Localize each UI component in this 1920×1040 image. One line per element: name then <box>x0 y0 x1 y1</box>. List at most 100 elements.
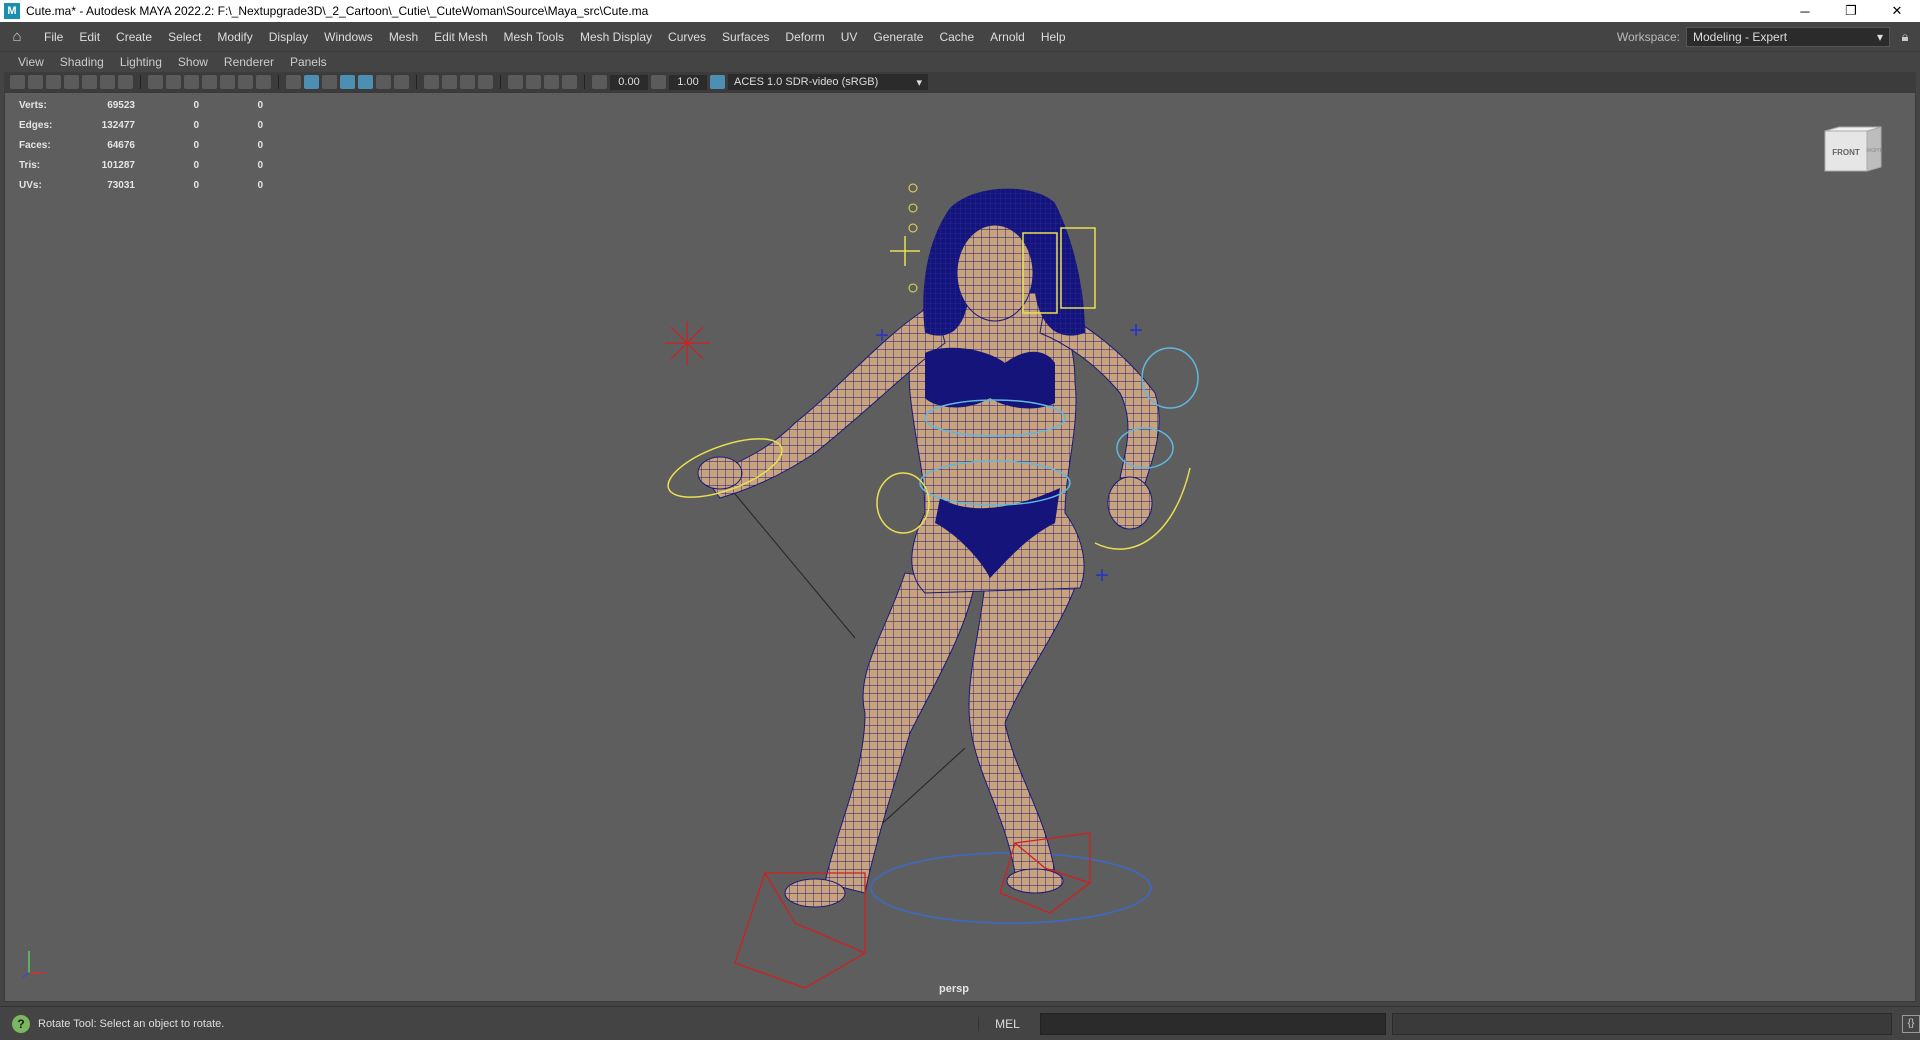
close-button[interactable]: ✕ <box>1874 0 1920 22</box>
wireframe-on-shaded-icon[interactable] <box>340 75 355 89</box>
xray-joints-icon[interactable] <box>544 75 559 89</box>
film-gate-icon[interactable] <box>166 75 181 89</box>
lock-icon[interactable]: 🔒︎ <box>1894 29 1916 45</box>
eye-control <box>908 183 918 193</box>
workspace-value: Modeling - Expert <box>1693 29 1788 44</box>
menu-item-generate[interactable]: Generate <box>865 30 931 44</box>
color-space-dropdown[interactable]: ACES 1.0 SDR-video (sRGB) ▾ <box>728 74 928 90</box>
menu-item-edit-mesh[interactable]: Edit Mesh <box>426 30 495 44</box>
menu-item-help[interactable]: Help <box>1033 30 1074 44</box>
menu-item-modify[interactable]: Modify <box>209 30 260 44</box>
workspace-label: Workspace: <box>1616 29 1680 44</box>
gate-mask-icon[interactable] <box>202 75 217 89</box>
menu-item-create[interactable]: Create <box>108 30 160 44</box>
pencil-icon[interactable] <box>118 75 133 89</box>
gamma-icon[interactable] <box>651 75 666 89</box>
resolution-gate-icon[interactable] <box>184 75 199 89</box>
xray-icon[interactable] <box>526 75 541 89</box>
main-menu-bar: ⌂ File Edit Create Select Modify Display… <box>0 22 1920 52</box>
menu-item-mesh[interactable]: Mesh <box>381 30 426 44</box>
toolbar-divider <box>416 75 417 89</box>
menu-item-edit[interactable]: Edit <box>71 30 108 44</box>
script-editor-icon[interactable]: {} <box>1902 1014 1920 1033</box>
eye-control <box>908 283 918 293</box>
panel-menu-shading[interactable]: Shading <box>52 55 112 69</box>
lights-icon[interactable] <box>376 75 391 89</box>
2d-pan-zoom-icon[interactable] <box>100 75 115 89</box>
depth-of-field-icon[interactable] <box>478 75 493 89</box>
safe-action-icon[interactable] <box>238 75 253 89</box>
hip-cross-control: + <box>1095 562 1109 589</box>
camera-attributes-icon[interactable] <box>28 75 43 89</box>
workspace-dropdown[interactable]: Modeling - Expert ▾ <box>1686 26 1890 47</box>
left-hand-mesh <box>697 456 743 490</box>
right-hand-mesh <box>1107 476 1153 530</box>
color-space-value: ACES 1.0 SDR-video (sRGB) <box>734 76 879 88</box>
panel-toolbar: 0.00 1.00 ACES 1.0 SDR-video (sRGB) ▾ <box>4 72 1916 92</box>
wireframe-icon[interactable] <box>286 75 301 89</box>
question-mark-icon[interactable]: ? <box>12 1014 30 1033</box>
isolate-select-icon[interactable] <box>508 75 523 89</box>
viewcube-right-label: RIGHT <box>1866 148 1882 154</box>
panel-menu-bar: View Shading Lighting Show Renderer Pane… <box>4 52 1916 72</box>
color-management-icon[interactable] <box>710 75 725 89</box>
menu-item-curves[interactable]: Curves <box>660 30 714 44</box>
panel-menu-show[interactable]: Show <box>170 55 216 69</box>
home-icon[interactable]: ⌂ <box>8 28 26 45</box>
shoulder-cross-control: + <box>875 322 889 349</box>
help-line: ? Rotate Tool: Select an object to rotat… <box>0 1006 1920 1040</box>
right-leg-mesh <box>968 572 1081 874</box>
restore-button[interactable]: ❐ <box>1828 0 1874 22</box>
image-plane-icon[interactable] <box>64 75 79 89</box>
menu-item-deform[interactable]: Deform <box>777 30 832 44</box>
menu-item-mesh-tools[interactable]: Mesh Tools <box>496 30 572 44</box>
panel-menu-renderer[interactable]: Renderer <box>216 55 282 69</box>
safe-title-icon[interactable] <box>256 75 271 89</box>
menu-item-display[interactable]: Display <box>261 30 316 44</box>
menu-item-select[interactable]: Select <box>160 30 209 44</box>
anti-aliasing-icon[interactable] <box>460 75 475 89</box>
ambient-occlusion-icon[interactable] <box>424 75 439 89</box>
menu-item-arnold[interactable]: Arnold <box>982 30 1033 44</box>
mel-command-input[interactable] <box>1040 1012 1386 1035</box>
gamma-field[interactable]: 1.00 <box>669 74 707 90</box>
minimize-button[interactable]: ─ <box>1782 0 1828 22</box>
camera-name-label: persp <box>939 983 969 995</box>
right-shoulder-control <box>1141 347 1199 409</box>
eye-control <box>908 223 918 233</box>
toolbar-divider <box>500 75 501 89</box>
menu-item-cache[interactable]: Cache <box>931 30 982 44</box>
exposure-icon[interactable] <box>592 75 607 89</box>
panel-menu-lighting[interactable]: Lighting <box>112 55 170 69</box>
panel-menu-view[interactable]: View <box>10 55 52 69</box>
help-line-text: Rotate Tool: Select an object to rotate. <box>38 1017 225 1030</box>
hud-row-edges: Edges: 132477 0 0 <box>19 119 263 131</box>
menu-item-surfaces[interactable]: Surfaces <box>714 30 777 44</box>
field-chart-icon[interactable] <box>220 75 235 89</box>
shadows-icon[interactable] <box>394 75 409 89</box>
mel-language-toggle[interactable]: MEL <box>978 1016 1036 1031</box>
panel-menu-panels[interactable]: Panels <box>282 55 335 69</box>
menu-item-uv[interactable]: UV <box>833 30 866 44</box>
eye-control <box>908 203 918 213</box>
grid-icon[interactable] <box>148 75 163 89</box>
menu-item-mesh-display[interactable]: Mesh Display <box>572 30 660 44</box>
exposure-field[interactable]: 0.00 <box>610 74 648 90</box>
menu-item-windows[interactable]: Windows <box>316 30 381 44</box>
character-wireframe[interactable]: + + + <box>5 93 1916 1002</box>
select-camera-icon[interactable] <box>10 75 25 89</box>
viewcube[interactable]: FRONT RIGHT <box>1823 125 1885 175</box>
backface-culling-icon[interactable] <box>562 75 577 89</box>
menu-item-file[interactable]: File <box>36 30 71 44</box>
shoulder-cross-control: + <box>1129 317 1143 344</box>
textured-icon[interactable] <box>358 75 373 89</box>
bookmarks-icon[interactable] <box>46 75 61 89</box>
persp-viewport[interactable]: + + + Verts: 69523 0 0 Edges: 132477 0 0 Faces… <box>4 92 1916 1002</box>
grease-pencil-icon[interactable] <box>82 75 97 89</box>
motion-blur-icon[interactable] <box>442 75 457 89</box>
hud-row-tris: Tris: 101287 0 0 <box>19 159 263 171</box>
left-foot-mesh <box>784 878 846 908</box>
smooth-shade-icon[interactable] <box>304 75 319 89</box>
hud-row-faces: Faces: 64676 0 0 <box>19 139 263 151</box>
default-material-icon[interactable] <box>322 75 337 89</box>
